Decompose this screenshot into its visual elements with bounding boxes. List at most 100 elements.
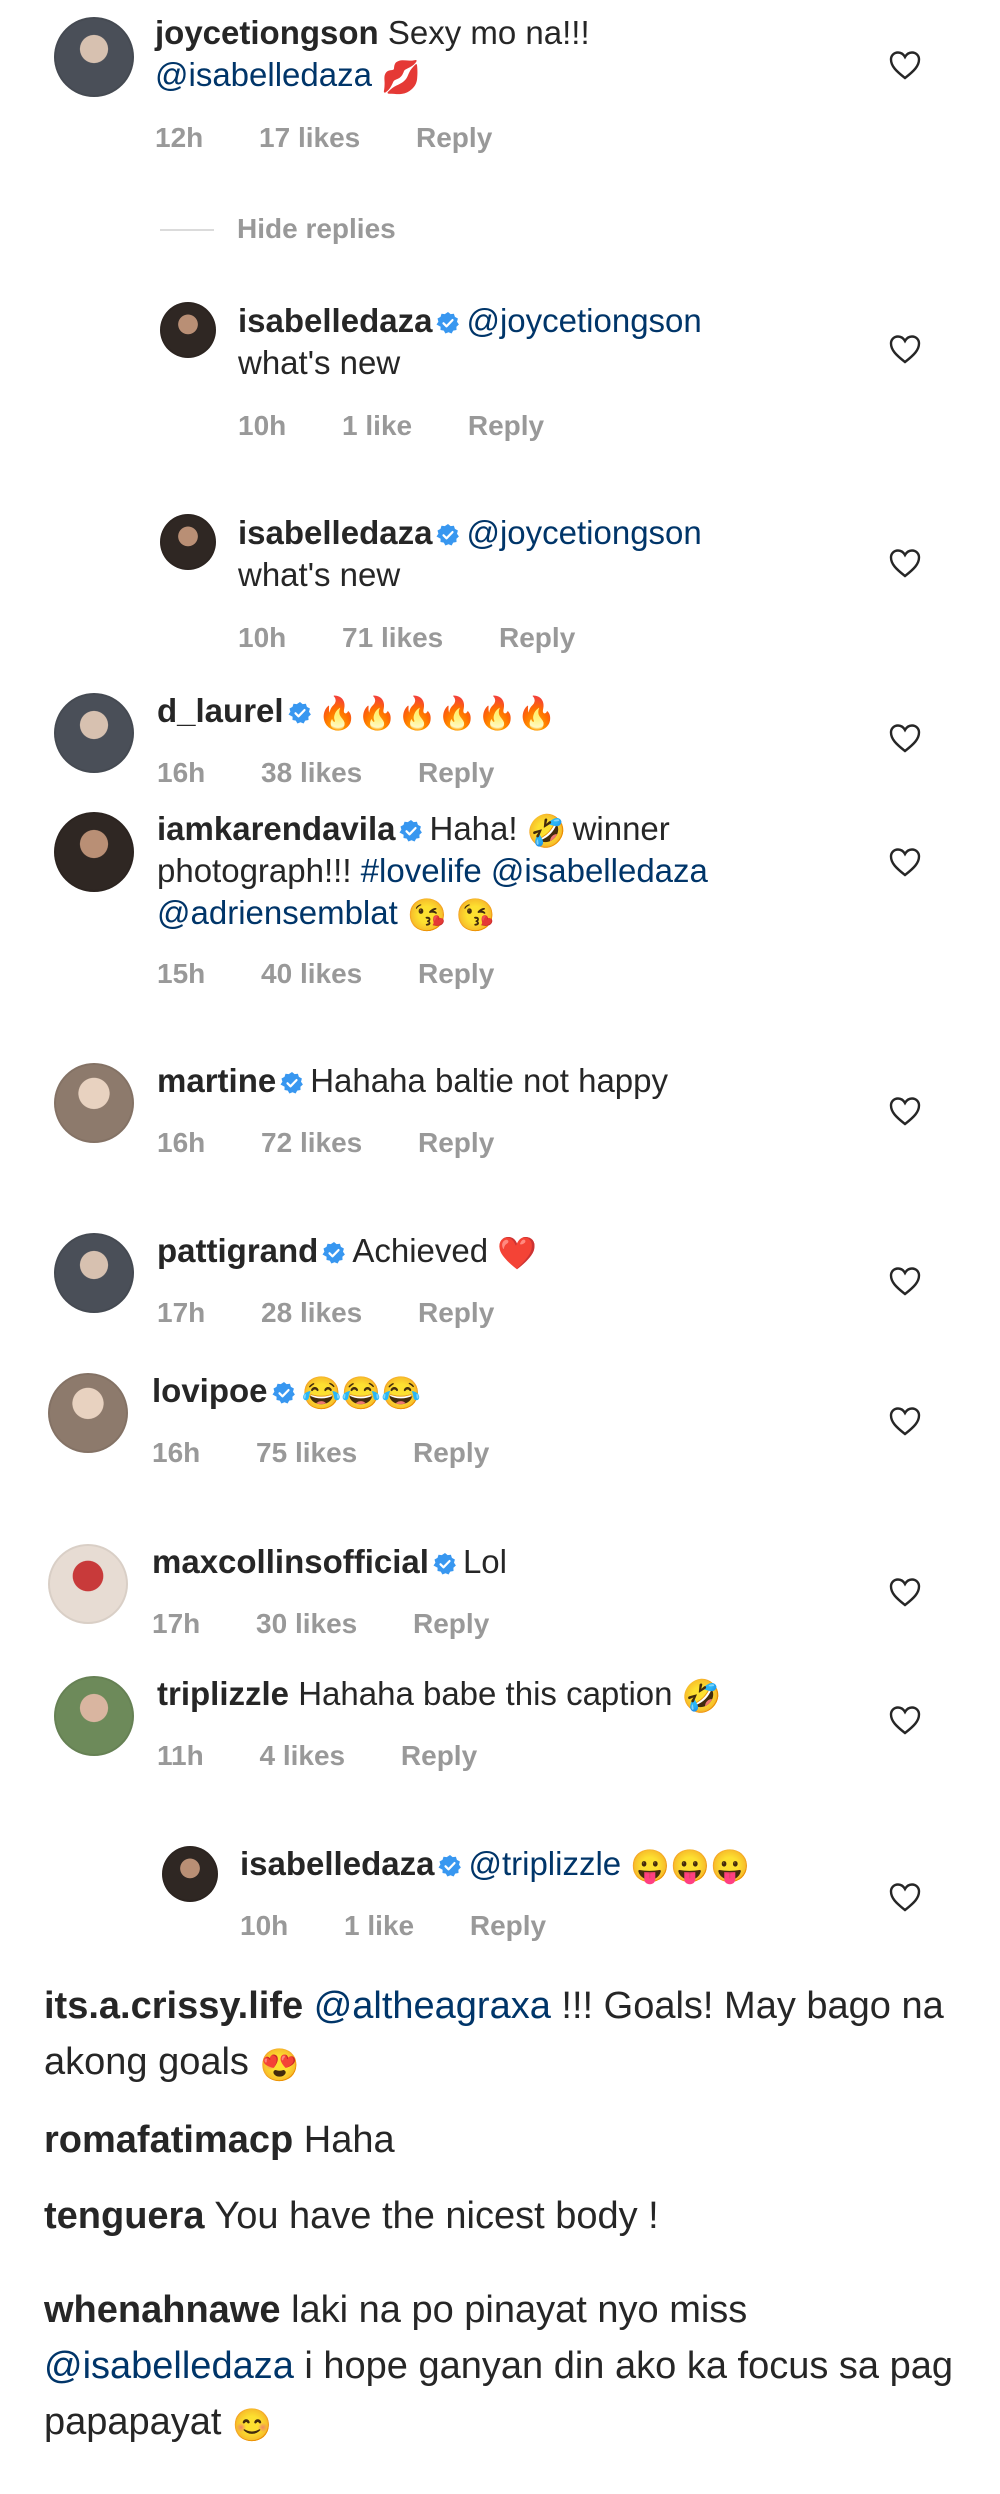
hashtag[interactable]: #lovelife — [361, 852, 482, 889]
reply-button[interactable]: Reply — [418, 1127, 494, 1158]
like-count[interactable]: 75 likes — [256, 1437, 357, 1468]
username[interactable]: isabelledaza — [238, 514, 432, 551]
like-count[interactable]: 71 likes — [342, 622, 443, 653]
reply-button[interactable]: Reply — [416, 122, 492, 153]
mention[interactable]: @triplizzle — [468, 1845, 621, 1882]
avatar[interactable] — [162, 1846, 218, 1902]
reply-button[interactable]: Reply — [418, 958, 494, 989]
avatar[interactable] — [54, 1676, 134, 1756]
avatar[interactable] — [48, 1544, 128, 1624]
avatar[interactable] — [54, 812, 134, 892]
like-count[interactable]: 17 likes — [259, 122, 360, 153]
reply-button[interactable]: Reply — [468, 410, 544, 441]
reply-button[interactable]: Reply — [418, 1297, 494, 1328]
comment-meta: 10h 1 like Reply — [240, 1910, 594, 1942]
heart-icon[interactable] — [888, 1405, 922, 1437]
reply-button[interactable]: Reply — [499, 622, 575, 653]
mention[interactable]: @isabelledaza — [155, 56, 372, 93]
verified-badge-icon — [272, 1381, 296, 1405]
like-count[interactable]: 72 likes — [261, 1127, 362, 1158]
heart-icon[interactable] — [888, 547, 922, 579]
username[interactable]: isabelledaza — [238, 302, 432, 339]
comment-meta: 16h 75 likes Reply — [152, 1437, 537, 1469]
like-count[interactable]: 1 like — [344, 1910, 414, 1941]
heart-icon[interactable] — [888, 1095, 922, 1127]
rofl-emoji: 🤣 — [526, 813, 567, 849]
avatar[interactable] — [48, 1373, 128, 1453]
reply-button[interactable]: Reply — [470, 1910, 546, 1941]
comment-body: what's new — [238, 556, 401, 593]
comment-text: iamkarendavila Haha! 🤣 winner photograph!!… — [157, 808, 857, 934]
comment-meta: 17h 28 likes Reply — [157, 1297, 542, 1329]
laughing-emoji: 😂😂😂 — [301, 1375, 422, 1411]
reply-button[interactable]: Reply — [418, 757, 494, 788]
comment-body: Haha! — [429, 810, 518, 847]
avatar[interactable] — [54, 1063, 134, 1143]
heart-icon[interactable] — [888, 1881, 922, 1913]
like-count[interactable]: 38 likes — [261, 757, 362, 788]
username[interactable]: d_laurel — [157, 692, 284, 729]
comment-body: Haha — [303, 2119, 395, 2161]
mention[interactable]: @isabelledaza — [44, 2345, 294, 2387]
kiss-face-emoji: 😘 😘 — [406, 897, 496, 933]
timestamp: 11h — [157, 1740, 204, 1771]
username[interactable]: pattigrand — [157, 1232, 318, 1269]
heart-eyes-emoji: 😍 — [259, 2047, 300, 2083]
avatar[interactable] — [160, 514, 216, 570]
username[interactable]: lovipoe — [152, 1372, 268, 1409]
reply-isabelledaza: isabelledaza @joycetiongson what's new 10… — [0, 290, 1000, 460]
username[interactable]: joycetiongson — [155, 14, 379, 51]
reply-button[interactable]: Reply — [413, 1437, 489, 1468]
like-count[interactable]: 40 likes — [261, 958, 362, 989]
username[interactable]: romafatimacp — [44, 2119, 293, 2161]
mention[interactable]: @altheagraxa — [314, 1985, 551, 2027]
heart-icon[interactable] — [888, 1576, 922, 1608]
reply-button[interactable]: Reply — [401, 1740, 477, 1771]
comment-meta: 15h 40 likes Reply — [157, 958, 542, 990]
mention[interactable]: @joycetiongson — [466, 514, 701, 551]
plain-comment: its.a.crissy.life @altheagraxa !!! Goals… — [44, 1978, 964, 2090]
hide-replies-button[interactable]: Hide replies — [237, 213, 396, 245]
comment-body: Achieved — [352, 1232, 489, 1269]
like-count[interactable]: 1 like — [342, 410, 412, 441]
verified-badge-icon — [436, 523, 460, 547]
username[interactable]: martine — [157, 1062, 276, 1099]
heart-icon[interactable] — [888, 1704, 922, 1736]
username[interactable]: its.a.crissy.life — [44, 1985, 303, 2027]
comment-text: pattigrand Achieved ❤️ — [157, 1230, 877, 1272]
heart-icon[interactable] — [888, 1265, 922, 1297]
comment-body: what's new — [238, 344, 401, 381]
heart-icon[interactable] — [888, 49, 922, 81]
timestamp: 16h — [152, 1437, 201, 1468]
like-count[interactable]: 28 likes — [261, 1297, 362, 1328]
username[interactable]: triplizzle — [157, 1675, 289, 1712]
avatar[interactable] — [54, 17, 134, 97]
comment-iamkarendavila: iamkarendavila Haha! 🤣 winner photograph!!… — [0, 800, 1000, 1000]
heart-icon[interactable] — [888, 846, 922, 878]
comment-body: laki na po pinayat nyo miss — [291, 2289, 748, 2331]
avatar[interactable] — [54, 693, 134, 773]
username[interactable]: isabelledaza — [240, 1845, 434, 1882]
avatar[interactable] — [160, 302, 216, 358]
mention[interactable]: @joycetiongson — [466, 302, 701, 339]
username[interactable]: whenahnawe — [44, 2289, 281, 2331]
username[interactable]: maxcollinsofficial — [152, 1543, 429, 1580]
timestamp: 10h — [240, 1910, 289, 1941]
mention[interactable]: @isabelledaza — [491, 852, 708, 889]
like-count[interactable]: 4 likes — [259, 1740, 345, 1771]
verified-badge-icon — [433, 1552, 457, 1576]
username[interactable]: iamkarendavila — [157, 810, 395, 847]
heart-icon[interactable] — [888, 333, 922, 365]
username[interactable]: tenguera — [44, 2195, 204, 2237]
heart-icon[interactable] — [888, 722, 922, 754]
reply-button[interactable]: Reply — [413, 1608, 489, 1639]
tongue-emoji: 😛😛😛 — [630, 1848, 750, 1884]
reply-isabelledaza-3: isabelledaza @triplizzle 😛😛😛 10h 1 like R… — [0, 1838, 1000, 1958]
comment-joycetiongson: joycetiongson Sexy mo na!!! @isabelledaz… — [0, 0, 1000, 175]
comment-text: joycetiongson Sexy mo na!!! @isabelledaz… — [155, 12, 875, 96]
like-count[interactable]: 30 likes — [256, 1608, 357, 1639]
avatar[interactable] — [54, 1233, 134, 1313]
mention-2[interactable]: @adriensemblat — [157, 894, 398, 931]
verified-badge-icon — [280, 1071, 304, 1095]
comment-body: Hahaha babe this caption — [298, 1675, 673, 1712]
